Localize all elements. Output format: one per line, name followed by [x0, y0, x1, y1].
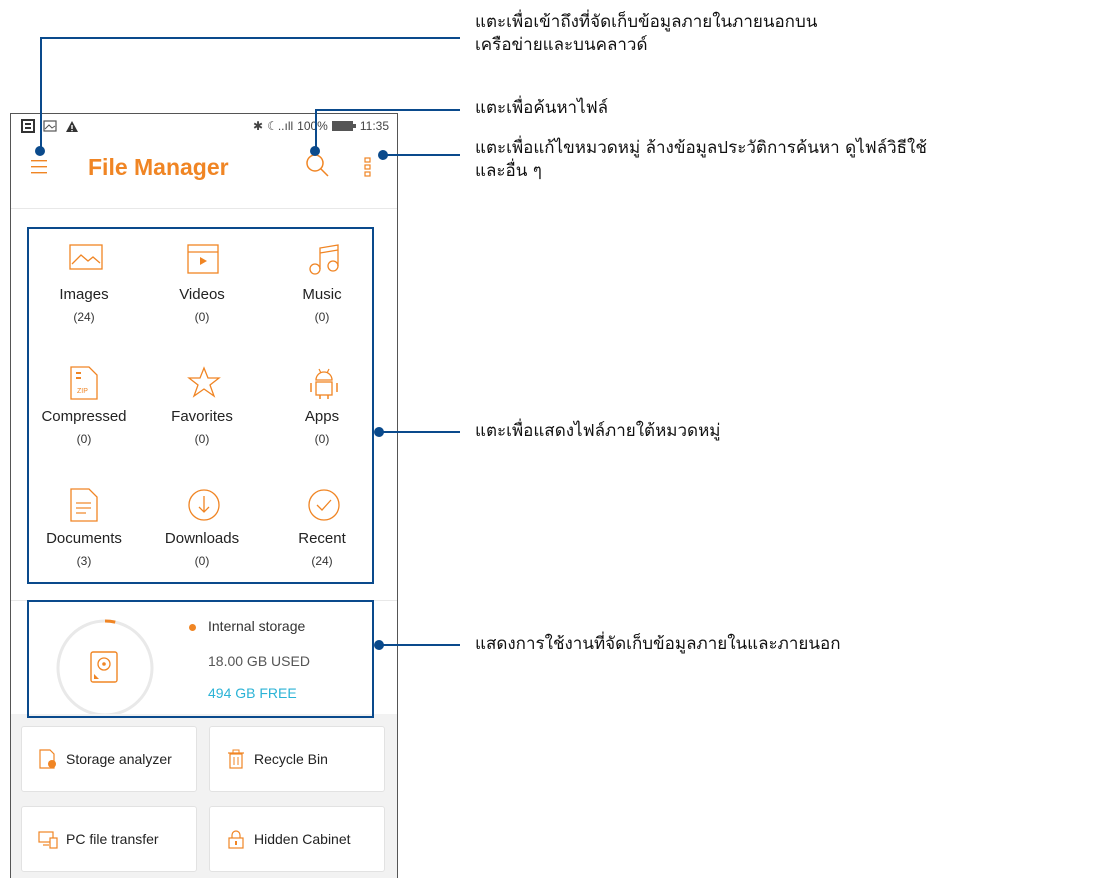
callout-menu-line2: เครือข่ายและบนคลาวด์: [475, 35, 648, 55]
more-options-button[interactable]: [363, 156, 377, 180]
app-title: File Manager: [88, 154, 229, 180]
callout-categories-line: [379, 431, 460, 433]
pc-transfer-icon: [38, 831, 58, 849]
tool-label: Hidden Cabinet: [254, 831, 351, 847]
categories-highlight-box: [27, 227, 374, 584]
bluetooth-icon: ✱: [253, 119, 264, 133]
storage-analyzer-icon: [39, 749, 56, 769]
callout-menu: แตะเพื่อเข้าถึงที่จัดเก็บข้อมูลภายในภายน…: [475, 11, 817, 57]
recycle-bin-icon: [228, 749, 244, 769]
callout-more-line1: แตะเพื่อแก้ไขหมวดหมู่ ล้างข้อมูลประวัติก…: [475, 138, 927, 158]
callout-search-stem: [315, 109, 317, 151]
storage-analyzer-button[interactable]: Storage analyzer: [21, 726, 197, 792]
callout-storage-line: [379, 644, 460, 646]
status-bar: ✱ ☾..ıll 100% 11:35: [11, 114, 397, 140]
callout-search-dot: [310, 146, 320, 156]
recycle-bin-button[interactable]: Recycle Bin: [209, 726, 385, 792]
callout-storage-dot: [374, 640, 384, 650]
callout-menu-line: [40, 37, 460, 39]
callout-menu-line1: แตะเพื่อเข้าถึงที่จัดเก็บข้อมูลภายในภายน…: [475, 12, 818, 32]
callout-search-line: [315, 109, 460, 111]
callout-storage: แสดงการใช้งานที่จัดเก็บข้อมูลภายในและภาย…: [475, 634, 841, 654]
callout-more-dot: [378, 150, 388, 160]
battery-percent: 100%: [297, 119, 328, 133]
tool-label: Recycle Bin: [254, 751, 328, 767]
hidden-cabinet-button[interactable]: Hidden Cabinet: [209, 806, 385, 872]
tools-panel: Storage analyzer Recycle Bin PC file tra…: [11, 714, 397, 878]
pc-file-transfer-button[interactable]: PC file transfer: [21, 806, 197, 872]
search-icon: [306, 154, 329, 177]
image-notification-icon: [43, 120, 57, 132]
battery-icon: [331, 121, 356, 131]
callout-more: แตะเพื่อแก้ไขหมวดหมู่ ล้างข้อมูลประวัติก…: [475, 137, 927, 183]
tool-label: PC file transfer: [66, 831, 159, 847]
app-bar: File Manager: [11, 140, 397, 200]
storage-highlight-box: [27, 600, 374, 718]
callout-categories-dot: [374, 427, 384, 437]
callout-more-line2: และอื่น ๆ: [475, 161, 542, 181]
menu-button[interactable]: [29, 156, 49, 178]
more-options-icon: [364, 157, 371, 177]
callout-more-line: [383, 154, 460, 156]
lock-icon: [228, 830, 244, 849]
hamburger-icon: [31, 160, 47, 174]
warning-icon: [66, 120, 78, 132]
notification-icon: [21, 119, 35, 133]
callout-menu-dot: [35, 146, 45, 156]
callout-menu-stem: [40, 37, 42, 152]
callout-search: แตะเพื่อค้นหาไฟล์: [475, 98, 609, 118]
app-bar-divider: [11, 208, 397, 209]
clock: 11:35: [359, 119, 389, 133]
callout-categories: แตะเพื่อแสดงไฟล์ภายใต้หมวดหมู่: [475, 421, 721, 441]
tool-label: Storage analyzer: [66, 751, 172, 767]
signal-icon: ☾..ıll: [267, 119, 294, 133]
search-button[interactable]: [304, 152, 330, 178]
